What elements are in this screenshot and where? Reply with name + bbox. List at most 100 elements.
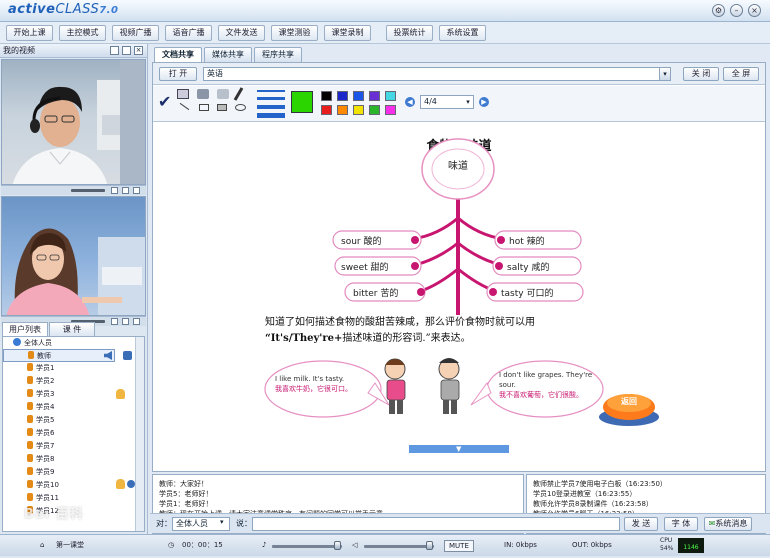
next-page-icon[interactable]: ▶ [479,97,489,107]
teacher-video-option-icon[interactable] [111,187,118,194]
main-toolbar: 开始上课 主控模式 视频广播 语音广播 文件发送 课堂测验 课堂录制 投票统计 … [0,22,770,44]
color-swatch[interactable] [337,105,348,115]
tab-program-share[interactable]: 程序共享 [254,47,302,62]
list-item[interactable]: 学员2 [3,375,54,388]
rectangle-tool-icon[interactable] [199,104,209,111]
user-list-scrollbar[interactable] [135,337,144,531]
video-broadcast-button[interactable]: 视频广播 [112,25,159,41]
color-swatch[interactable] [353,105,364,115]
tab-user-list[interactable]: 用户列表 [2,322,48,336]
teacher-video-controls [1,185,146,195]
start-class-button[interactable]: 开始上课 [6,25,53,41]
user-list-item-teacher[interactable]: 教师 [3,349,115,362]
open-button[interactable]: 打 开 [159,67,197,81]
list-item[interactable]: 学员8 [3,453,54,466]
speaker-volume-knob[interactable] [426,541,433,550]
line-width-heavy[interactable] [257,113,285,118]
brush-tool-icon[interactable] [197,89,209,99]
restore-video-icon[interactable] [122,46,131,55]
list-item[interactable]: 学员3 [3,388,54,401]
list-item[interactable]: 学员7 [3,440,54,453]
student-video-close-icon[interactable] [133,318,140,325]
student-video-frame [6,228,145,315]
return-button[interactable]: 返回 [613,396,645,407]
image-tool-icon[interactable] [177,89,189,99]
eraser-tool-icon[interactable] [217,89,229,99]
vote-stats-button[interactable]: 投票统计 [386,25,433,41]
line-width-thin[interactable] [257,90,285,92]
student-video-option2-icon[interactable] [122,318,129,325]
system-message-button[interactable]: ✉系统消息 [704,517,752,531]
user-icon [27,467,33,475]
system-settings-button[interactable]: 系统设置 [439,25,486,41]
page-chevron-down-icon[interactable]: ▾ [463,96,473,108]
line-tool-icon[interactable] [179,102,190,111]
minimize-icon[interactable]: – [730,4,743,17]
taste-item-salty: salty 咸的 [507,263,550,273]
list-item[interactable]: 学员6 [3,427,54,440]
audio-broadcast-button[interactable]: 语音广播 [165,25,212,41]
student-video-option-icon[interactable] [111,318,118,325]
color-swatch[interactable] [321,91,332,101]
color-swatch[interactable] [385,105,396,115]
teacher-video-frame [12,60,145,184]
document-select[interactable]: 英语 [203,67,671,81]
list-item[interactable]: 学员9 [3,466,54,479]
tab-courseware[interactable]: 课 件 [49,322,95,336]
file-send-button[interactable]: 文件发送 [218,25,265,41]
video-camera-icon[interactable] [123,351,132,360]
color-swatch[interactable] [385,91,396,101]
color-swatch[interactable] [353,91,364,101]
fullscreen-button[interactable]: 全 屏 [723,67,759,81]
previous-page-icon[interactable]: ◀ [405,97,415,107]
recipient-chevron-down-icon[interactable]: ▾ [220,518,224,526]
line-width-medium[interactable] [257,97,285,100]
settings-icon[interactable]: ⚙ [712,4,725,17]
list-item[interactable]: 学员5 [3,414,54,427]
speech-bubble-left: I like milk. It's tasty. 我喜欢牛奶，它很可口。 [275,375,352,393]
teacher-video-option2-icon[interactable] [122,187,129,194]
tab-media-share[interactable]: 媒体共享 [204,47,252,62]
status-bar: ⌂ 第一课堂 ◷ 00：00：15 ♪ ◁ MUTE IN: 0kbps OUT… [0,534,770,556]
mic-volume-knob[interactable] [334,541,341,550]
close-video-icon[interactable]: × [134,46,143,55]
speaker-volume-slider[interactable] [364,545,434,548]
pencil-tool-icon[interactable] [233,87,244,101]
raise-hand-icon [116,389,125,399]
document-panel: 打 开 英语 ▾ 关 闭 全 屏 ✔ ◀ 4/4 ▾ ▶ 味道 sour 酸的 … [152,62,766,472]
group-icon [13,338,21,346]
list-item[interactable]: 学员10 [3,479,59,492]
control-mode-button[interactable]: 主控模式 [59,25,106,41]
system-message: 教师禁止学员7使用电子白板（16:23:50） [533,480,667,488]
maximize-video-icon[interactable] [110,46,119,55]
chat-input[interactable] [252,517,620,531]
select-tool-icon[interactable]: ✔ [158,92,171,111]
class-record-button[interactable]: 课堂录制 [324,25,371,41]
list-item[interactable]: 学员4 [3,401,54,414]
filled-rectangle-tool-icon[interactable] [217,104,227,111]
color-swatch[interactable] [321,105,332,115]
cpu-label: CPU 54% [660,537,674,552]
chevron-down-icon[interactable]: ▾ [659,68,670,80]
chevron-down-icon[interactable]: ▼ [456,445,464,453]
user-icon [28,351,34,359]
font-button[interactable]: 字 体 [664,517,698,531]
mute-button[interactable]: MUTE [444,540,474,552]
line-width-thick[interactable] [257,105,285,109]
teacher-volume-slider[interactable] [71,189,105,192]
close-document-button[interactable]: 关 闭 [683,67,719,81]
mic-volume-slider[interactable] [272,545,342,548]
color-swatch[interactable] [337,91,348,101]
tab-document-share[interactable]: 文档共享 [154,47,202,62]
user-icon [27,363,33,371]
to-label: 对： [156,519,172,528]
teacher-video-close-icon[interactable] [133,187,140,194]
color-swatch[interactable] [369,91,380,101]
ellipse-tool-icon[interactable] [235,104,246,111]
class-quiz-button[interactable]: 课堂测验 [271,25,318,41]
current-color-swatch[interactable] [291,91,313,113]
list-item[interactable]: 学员1 [3,362,54,375]
color-swatch[interactable] [369,105,380,115]
send-button[interactable]: 发 送 [624,517,658,531]
close-icon[interactable]: × [748,4,761,17]
